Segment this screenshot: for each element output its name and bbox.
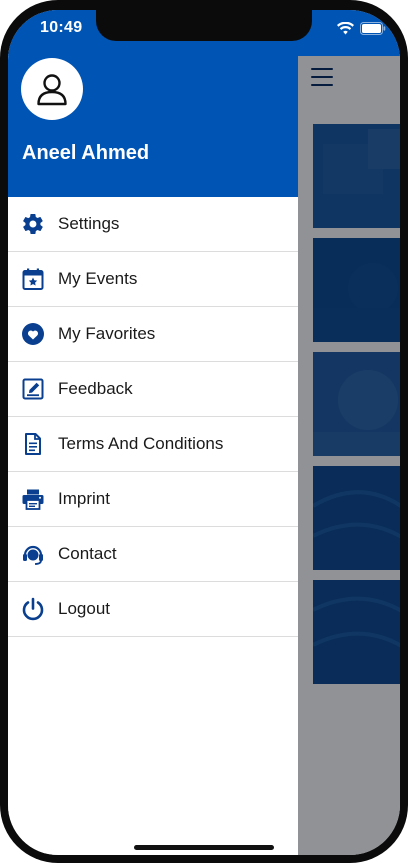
menu-item-contact[interactable]: Contact [8,527,298,582]
menu-item-label: My Favorites [58,324,156,343]
navigation-drawer: Aneel Ahmed Settings My Events My Favori… [8,10,298,855]
power-icon [20,596,46,622]
avatar[interactable] [21,58,83,120]
menu-item-my-favorites[interactable]: My Favorites [8,307,298,362]
status-icons [337,22,386,35]
menu-item-label: Imprint [58,489,110,508]
headset-icon [20,541,46,567]
phone-frame: Aneel Ahmed Settings My Events My Favori… [0,0,408,863]
battery-icon [360,22,386,35]
menu-item-my-events[interactable]: My Events [8,252,298,307]
menu-item-label: Logout [58,599,110,618]
home-indicator[interactable] [134,845,274,850]
status-time: 10:49 [40,19,83,36]
user-icon [37,74,67,106]
printer-icon [20,486,46,512]
menu-item-label: Settings [58,214,120,233]
heart-icon [20,321,46,347]
status-bar: 10:49 [8,10,400,56]
menu-item-label: Terms And Conditions [58,434,224,453]
calendar-star-icon [20,266,46,292]
drawer-menu: Settings My Events My Favorites Feedback… [8,197,298,637]
menu-item-imprint[interactable]: Imprint [8,472,298,527]
menu-item-terms-and-conditions[interactable]: Terms And Conditions [8,417,298,472]
menu-item-label: My Events [58,269,138,288]
menu-item-logout[interactable]: Logout [8,582,298,637]
feedback-edit-icon [20,376,46,402]
menu-item-label: Contact [58,544,117,563]
notch [96,10,312,41]
gear-icon [20,211,46,237]
menu-item-settings[interactable]: Settings [8,197,298,252]
menu-item-feedback[interactable]: Feedback [8,362,298,417]
user-name: Aneel Ahmed [22,142,150,164]
screen: Aneel Ahmed Settings My Events My Favori… [8,10,400,855]
menu-item-label: Feedback [58,379,133,398]
document-icon [20,431,46,457]
wifi-icon [337,22,354,35]
